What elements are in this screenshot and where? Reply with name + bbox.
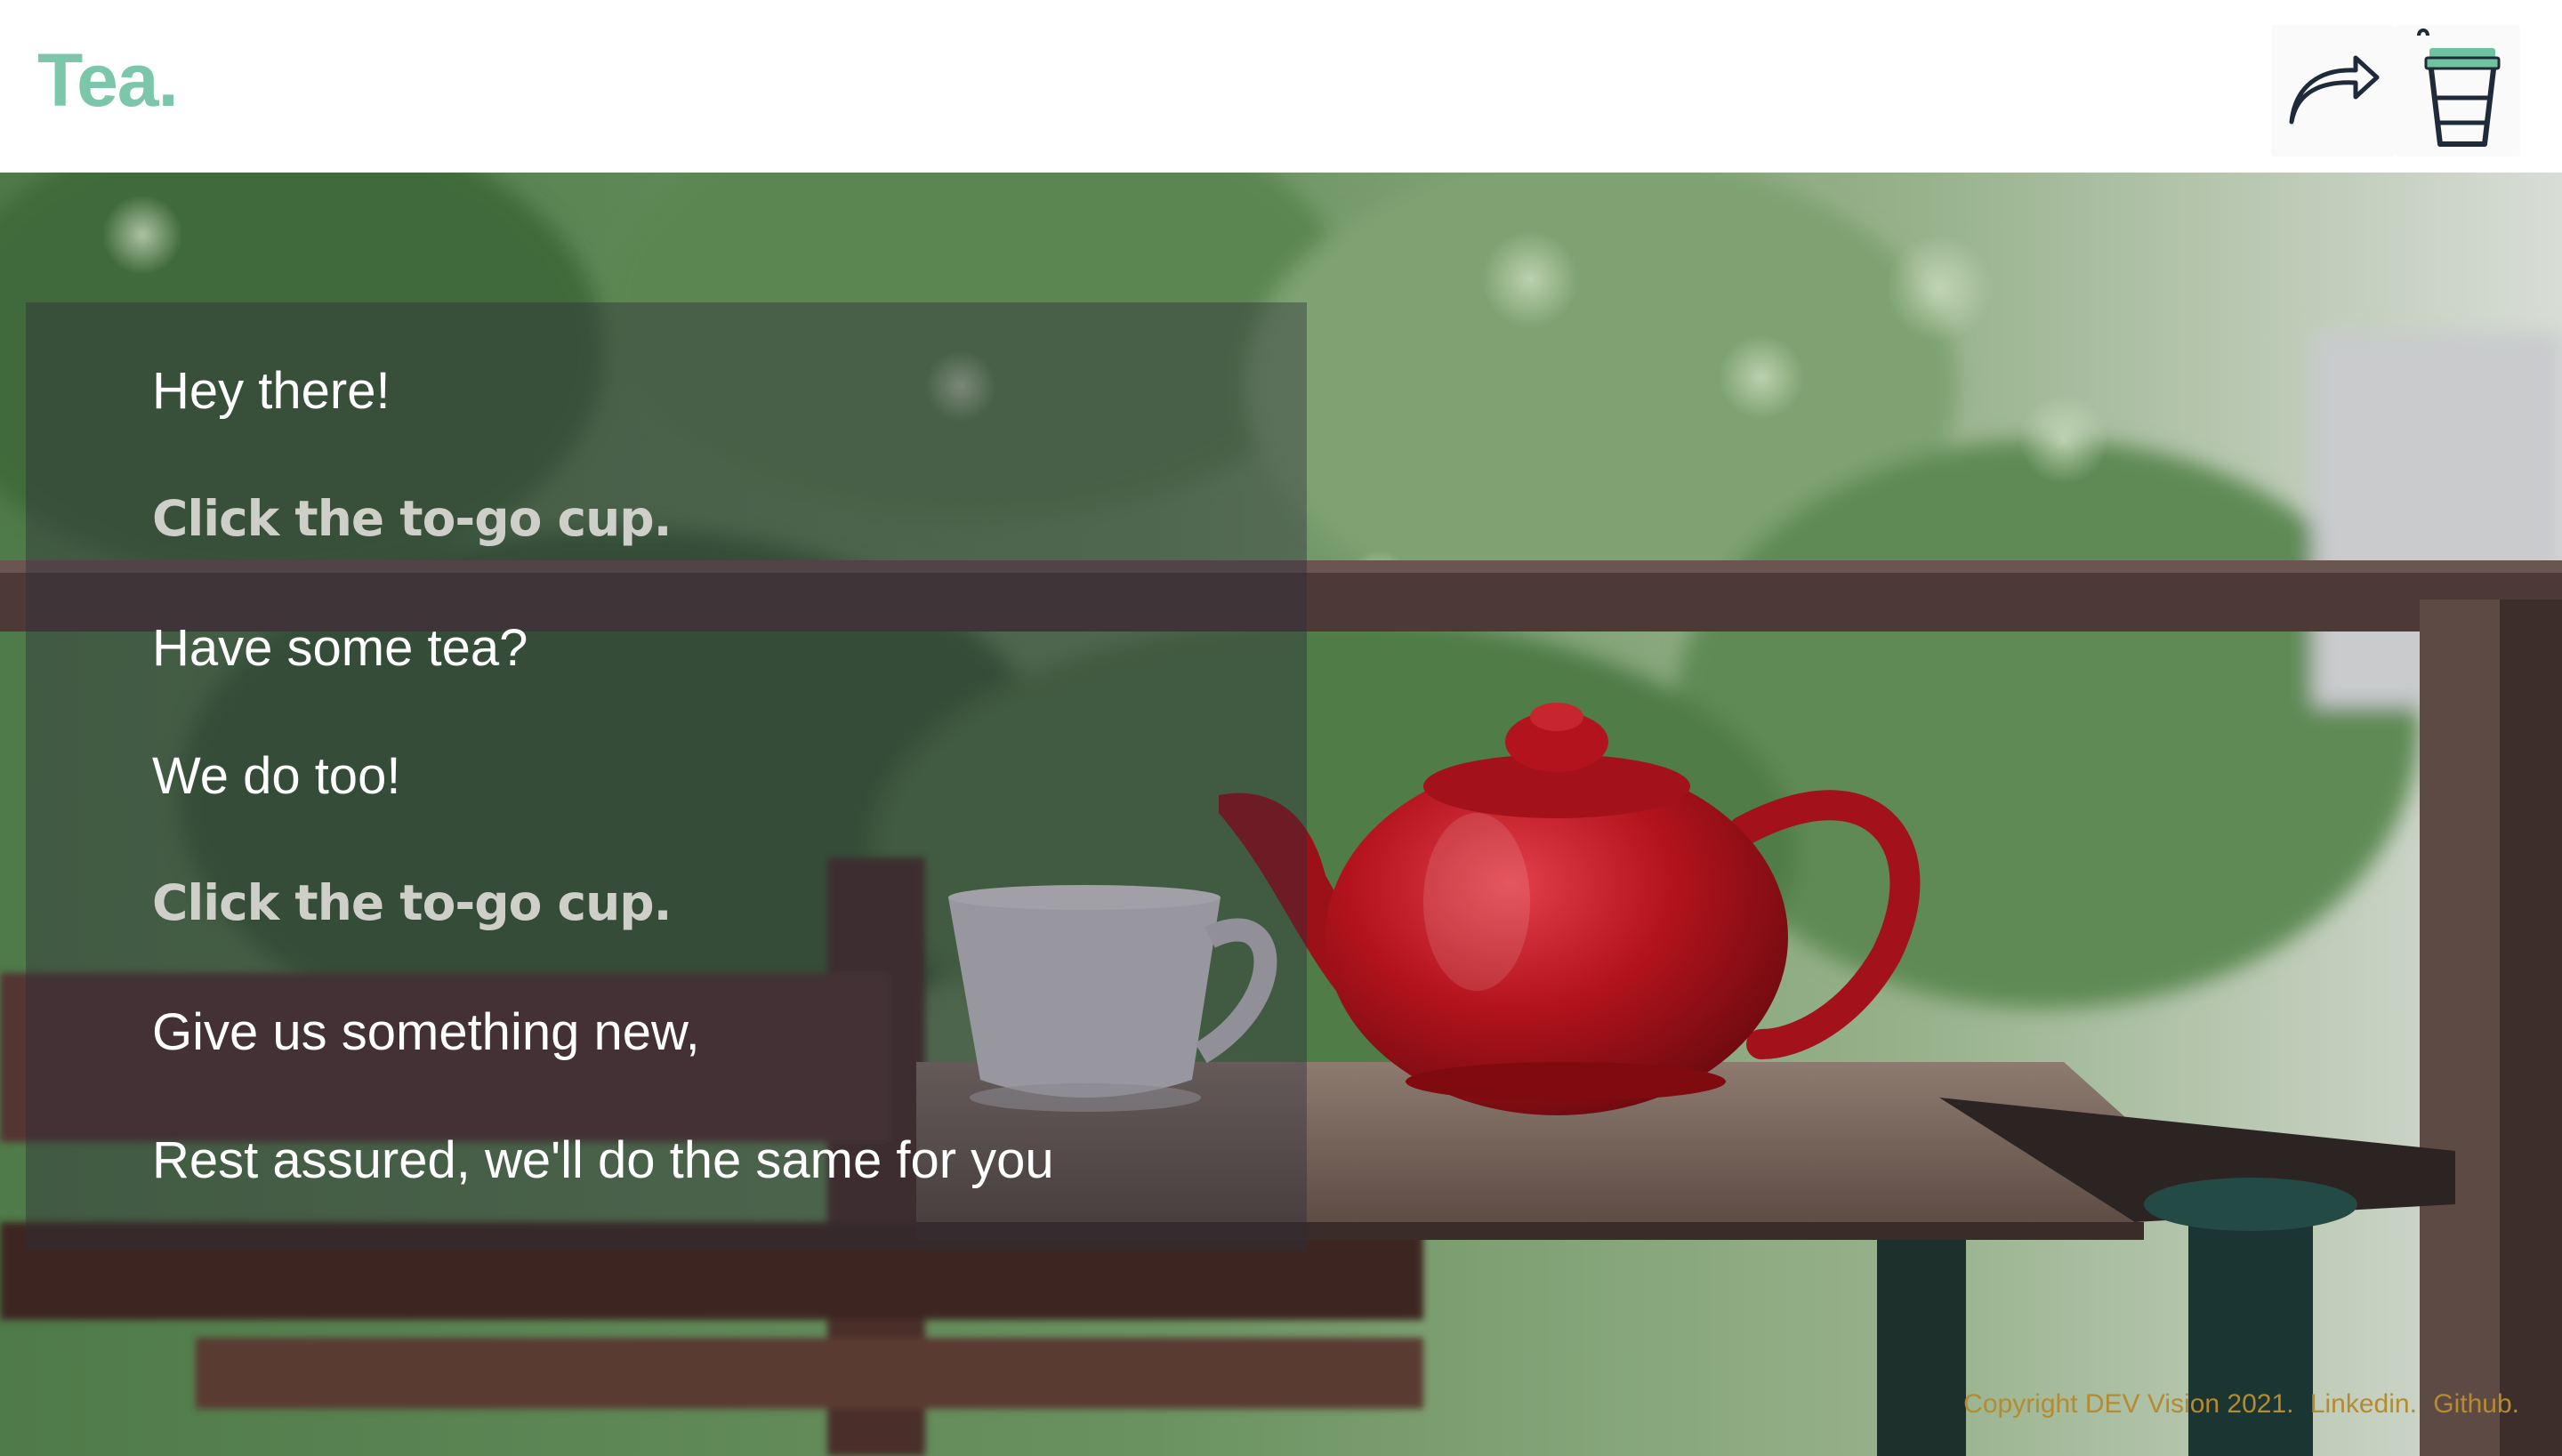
to-go-cup-icon (2417, 28, 2501, 147)
footer: Copyright DEV Vision 2021. Linkedin. Git… (1963, 1389, 2519, 1420)
share-arrow-icon (2289, 55, 2380, 125)
copyright-text: Copyright DEV Vision 2021. (1963, 1389, 2294, 1419)
message-line-cta-2: Click the to-go cup. (152, 874, 673, 931)
message-line-cta: Click the to-go cup. (152, 490, 673, 547)
linkedin-link[interactable]: Linkedin. (2310, 1389, 2417, 1419)
message-line-agree: We do too! (152, 747, 401, 805)
github-link[interactable]: Github. (2433, 1389, 2519, 1419)
logo[interactable]: Tea. (37, 37, 179, 124)
page: Tea. Hey there! Click the to-go cup. Hav… (0, 0, 2562, 1456)
message-line-request: Give us something new, (152, 1003, 700, 1061)
message-line-question: Have some tea? (152, 619, 528, 677)
share-button[interactable] (2271, 25, 2396, 157)
message-line-greeting: Hey there! (152, 362, 391, 420)
to-go-cup-button[interactable] (2396, 25, 2520, 157)
message-line-assurance: Rest assured, we'll do the same for you (152, 1131, 1054, 1189)
message-panel: Hey there! Click the to-go cup. Have som… (26, 302, 1307, 1251)
top-bar: Tea. (0, 0, 2562, 173)
